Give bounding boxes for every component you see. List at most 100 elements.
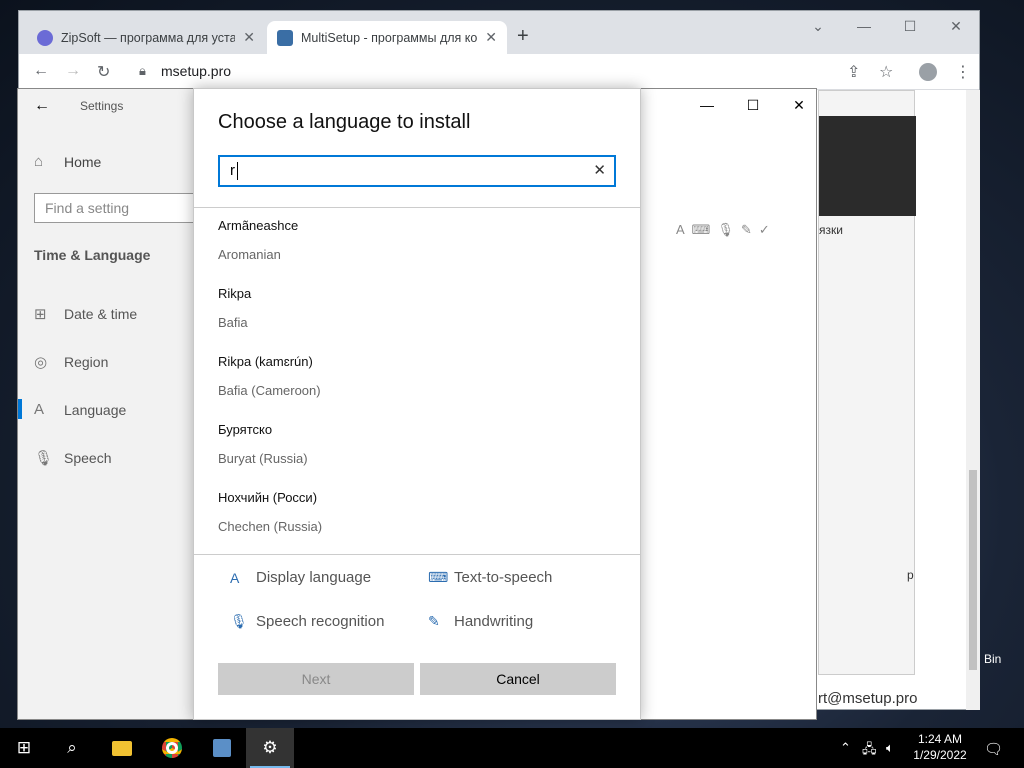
sidebar-item-region[interactable]: ◎ Region bbox=[34, 353, 108, 371]
back-arrow-icon[interactable]: ← bbox=[34, 97, 50, 115]
feature-display-language: A Display language bbox=[230, 569, 371, 586]
feature-speech-recognition: 🎙︎ Speech recognition bbox=[230, 613, 384, 630]
forward-arrow-icon[interactable]: → bbox=[65, 62, 81, 80]
kebab-menu-icon[interactable]: ⋮ bbox=[955, 62, 971, 82]
reload-icon[interactable]: ↻ bbox=[97, 62, 110, 82]
notifications-icon[interactable]: 🗨︎ bbox=[984, 740, 1003, 758]
sidebar-item-label: Language bbox=[64, 401, 127, 418]
browser-window-controls: ⌄ — ☐ ✕ bbox=[795, 11, 979, 41]
microphone-icon: 🎙︎ bbox=[34, 450, 54, 467]
language-english-name: Chechen (Russia) bbox=[218, 519, 323, 534]
feature-label: Handwriting bbox=[454, 613, 534, 630]
address-bar[interactable]: msetup.pro bbox=[161, 63, 231, 79]
background-text: язки bbox=[819, 223, 843, 237]
background-footer-text: rt@msetup.pro bbox=[818, 690, 918, 707]
close-tab-icon[interactable]: ✕ bbox=[243, 29, 255, 46]
language-english-name: Bafia bbox=[218, 315, 248, 330]
language-search-input[interactable]: r ✕ bbox=[218, 155, 616, 187]
section-heading: Time & Language bbox=[34, 247, 151, 263]
language-english-name: Bafia (Cameroon) bbox=[218, 383, 321, 398]
sidebar-item-label: Speech bbox=[64, 450, 112, 466]
share-icon[interactable]: ⇪ bbox=[847, 62, 860, 82]
tab-strip: ZipSoft — программа для устан ✕ MultiSet… bbox=[19, 11, 979, 54]
settings-title: Settings bbox=[80, 99, 124, 113]
feature-label: Text-to-speech bbox=[454, 569, 553, 586]
search-icon[interactable]: ⌕ bbox=[48, 728, 96, 768]
background-window: язки p bbox=[818, 90, 916, 675]
clock-time: 1:24 AM bbox=[917, 732, 963, 746]
clock-date: 1/29/2022 bbox=[913, 748, 967, 762]
multisetup-favicon-icon bbox=[277, 29, 293, 46]
clear-search-icon[interactable]: ✕ bbox=[593, 161, 606, 179]
maximize-icon[interactable]: ☐ bbox=[887, 11, 933, 41]
text-to-speech-icon: ⌨ bbox=[428, 569, 449, 585]
settings-gear-icon[interactable]: ⚙ bbox=[246, 728, 294, 768]
setup-app-icon[interactable] bbox=[198, 728, 246, 768]
tab-title: ZipSoft — программа для устан bbox=[61, 30, 236, 45]
sidebar-item-home[interactable]: ⌂ Home bbox=[34, 153, 101, 170]
new-tab-button[interactable]: + bbox=[517, 25, 529, 48]
close-icon[interactable]: ✕ bbox=[933, 11, 979, 41]
scrollbar-thumb[interactable] bbox=[969, 470, 977, 670]
close-tab-icon[interactable]: ✕ bbox=[485, 29, 497, 46]
feature-label: Speech recognition bbox=[256, 613, 385, 630]
background-dark-panel bbox=[819, 116, 916, 216]
sidebar-item-label: Region bbox=[64, 354, 109, 370]
chrome-icon[interactable] bbox=[148, 728, 196, 768]
tab-search-icon[interactable]: ⌄ bbox=[795, 11, 841, 41]
recycle-bin-label[interactable]: Bin bbox=[984, 652, 1001, 666]
settings-sidebar: ← Settings ⌂ Home Find a setting Time & … bbox=[17, 89, 199, 719]
next-button[interactable]: Next bbox=[218, 663, 414, 695]
divider bbox=[194, 554, 640, 555]
taskbar: ⊞ ⌕ ⚙ ⌃ 🖧︎ 🔈︎ 1:24 AM 1/29/2022 🗨︎ bbox=[0, 728, 1024, 768]
language-list-item[interactable]: Armãneashce Aromanian bbox=[218, 218, 598, 262]
sidebar-item-speech[interactable]: 🎙︎ Speech bbox=[34, 449, 111, 467]
zipsoft-favicon-icon bbox=[37, 29, 53, 46]
language-list[interactable]: Armãneashce Aromanian Rikpa Bafia Rikpa … bbox=[194, 208, 640, 554]
minimize-icon[interactable]: — bbox=[841, 11, 887, 41]
settings-window-controls: — ☐ ✕ bbox=[684, 89, 822, 121]
language-list-item[interactable]: Rikpa (kamɛrún) Bafia (Cameroon) bbox=[218, 354, 598, 398]
find-setting-input[interactable]: Find a setting bbox=[34, 193, 199, 223]
language-list-item[interactable]: Бурятско Buryat (Russia) bbox=[218, 422, 598, 466]
language-icon: A bbox=[34, 401, 45, 418]
region-icon: ◎ bbox=[34, 354, 48, 371]
language-list-item[interactable]: Rikpa Bafia bbox=[218, 286, 598, 330]
text-caret bbox=[237, 162, 238, 180]
sidebar-item-label: Home bbox=[64, 153, 102, 170]
feature-text-to-speech: ⌨ Text-to-speech bbox=[428, 569, 552, 586]
taskbar-clock[interactable]: 1:24 AM 1/29/2022 bbox=[908, 731, 972, 763]
file-explorer-icon[interactable] bbox=[98, 728, 146, 768]
bookmark-star-icon[interactable]: ☆ bbox=[879, 62, 893, 82]
language-list-item[interactable]: Нохчийн (Росси) Chechen (Russia) bbox=[218, 490, 598, 534]
tab-title: MultiSetup - программы для ко bbox=[301, 30, 478, 45]
windows-start-icon[interactable]: ⊞ bbox=[0, 728, 48, 768]
language-native-name: Rikpa bbox=[218, 286, 252, 301]
date-time-icon: ⊞ bbox=[34, 306, 47, 323]
profile-avatar-icon[interactable] bbox=[919, 63, 937, 81]
browser-tab-zipsoft[interactable]: ZipSoft — программа для устан ✕ bbox=[27, 21, 265, 54]
sidebar-item-label: Date & time bbox=[64, 306, 138, 322]
display-language-icon: A bbox=[230, 569, 240, 586]
cancel-button[interactable]: Cancel bbox=[420, 663, 616, 695]
search-value: r bbox=[230, 162, 235, 179]
show-hidden-icons-icon[interactable]: ⌃ bbox=[840, 740, 851, 756]
back-arrow-icon[interactable]: ← bbox=[33, 62, 49, 80]
choose-language-dialog: Choose a language to install r ✕ Armãnea… bbox=[193, 88, 641, 720]
volume-muted-icon[interactable]: 🔈︎ bbox=[886, 740, 894, 756]
speech-recognition-icon: 🎙︎ bbox=[230, 613, 248, 629]
sidebar-item-language[interactable]: A Language bbox=[17, 399, 127, 419]
dialog-title: Choose a language to install bbox=[218, 111, 471, 133]
close-icon[interactable]: ✕ bbox=[776, 89, 822, 121]
language-native-name: Rikpa (kamɛrún) bbox=[218, 354, 313, 369]
feature-handwriting: ✎ Handwriting bbox=[428, 613, 533, 630]
minimize-icon[interactable]: — bbox=[684, 89, 730, 121]
page-scrollbar[interactable] bbox=[966, 90, 980, 710]
network-icon[interactable]: 🖧︎ bbox=[862, 740, 877, 762]
lock-icon[interactable]: 🔒︎ bbox=[139, 63, 146, 79]
handwriting-icon: ✎ bbox=[428, 613, 440, 629]
language-feature-icons: A⌨🎙✎✓ bbox=[676, 222, 777, 237]
browser-tab-multisetup[interactable]: MultiSetup - программы для ко ✕ bbox=[267, 21, 507, 54]
maximize-icon[interactable]: ☐ bbox=[730, 89, 776, 121]
sidebar-item-date-time[interactable]: ⊞ Date & time bbox=[34, 305, 137, 323]
